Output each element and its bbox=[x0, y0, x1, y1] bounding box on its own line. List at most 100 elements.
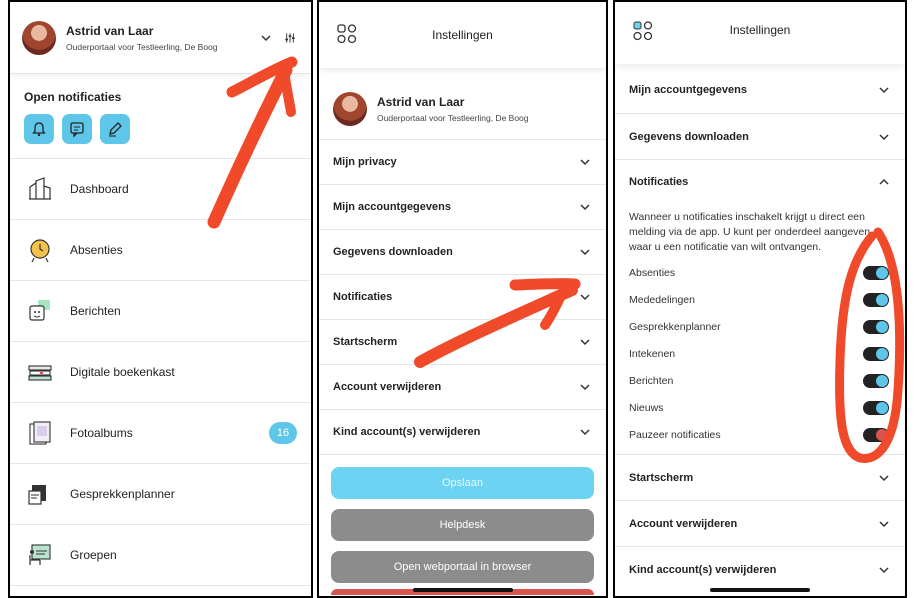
toggle-label: Intekenen bbox=[629, 347, 676, 360]
section-account-verwijderen[interactable]: Account verwijderen bbox=[319, 365, 606, 410]
menu-item-digitale-boekenkast[interactable]: Digitale boekenkast bbox=[10, 342, 311, 403]
settings-header: Instellingen bbox=[615, 2, 905, 64]
toggle-label: Nieuws bbox=[629, 401, 664, 414]
open-webportal-button[interactable]: Open webportaal in browser bbox=[331, 551, 594, 583]
toggle-label: Berichten bbox=[629, 374, 674, 387]
home-indicator bbox=[710, 588, 810, 592]
chevron-up-icon bbox=[877, 175, 891, 189]
chevron-down-icon bbox=[578, 335, 592, 349]
section-mijn-accountgegevens[interactable]: Mijn accountgegevens bbox=[615, 66, 905, 114]
chevron-down-icon bbox=[877, 130, 891, 144]
settings-sliders-icon[interactable] bbox=[281, 29, 299, 47]
section-mijn-accountgegevens[interactable]: Mijn accountgegevens bbox=[319, 185, 606, 230]
photo-album-count-badge: 16 bbox=[269, 422, 297, 444]
toggle-row-berichten: Berichten bbox=[615, 367, 905, 394]
profile-row[interactable]: Astrid van Laar Ouderportaal voor Testle… bbox=[319, 78, 606, 140]
toggle-row-intekenen: Intekenen bbox=[615, 340, 905, 367]
menu-label-groepen: Groepen bbox=[70, 548, 117, 562]
section-label: Startscherm bbox=[333, 336, 398, 348]
absence-notification-button[interactable] bbox=[24, 114, 54, 144]
chevron-down-icon[interactable] bbox=[259, 31, 273, 45]
open-notifications-title: Open notificaties bbox=[24, 90, 122, 104]
toggle-label: Pauzeer notificaties bbox=[629, 428, 721, 441]
profile-header: Astrid van Laar Ouderportaal voor Testle… bbox=[10, 2, 311, 74]
toggle-row-pauzeer: Pauzeer notificaties bbox=[615, 421, 905, 448]
save-button[interactable]: Opslaan bbox=[331, 467, 594, 499]
intekenen-toggle[interactable] bbox=[863, 346, 889, 361]
bookshelf-icon bbox=[24, 356, 56, 388]
nieuws-toggle[interactable] bbox=[863, 400, 889, 415]
absenties-toggle[interactable] bbox=[863, 265, 889, 280]
section-label: Startscherm bbox=[629, 471, 694, 484]
section-account-verwijderen[interactable]: Account verwijderen bbox=[615, 501, 905, 547]
pauzeer-notificaties-toggle[interactable] bbox=[863, 427, 889, 442]
section-gegevens-downloaden[interactable]: Gegevens downloaden bbox=[615, 114, 905, 160]
helpdesk-button[interactable]: Helpdesk bbox=[331, 509, 594, 541]
menu-item-gesprekkenplanner[interactable]: Gesprekkenplanner bbox=[10, 464, 311, 525]
notification-settings-panel: Instellingen Mijn accountgegevens Gegeve… bbox=[613, 0, 907, 598]
avatar[interactable] bbox=[22, 20, 56, 55]
chevron-down-icon bbox=[877, 517, 891, 531]
section-gegevens-downloaden[interactable]: Gegevens downloaden bbox=[319, 230, 606, 275]
toggle-row-nieuws: Nieuws bbox=[615, 394, 905, 421]
absences-icon bbox=[24, 234, 56, 266]
user-name: Astrid van Laar bbox=[377, 94, 465, 109]
section-startscherm[interactable]: Startscherm bbox=[319, 320, 606, 365]
section-startscherm[interactable]: Startscherm bbox=[615, 455, 905, 501]
edit-notification-button[interactable] bbox=[100, 114, 130, 144]
chevron-down-icon bbox=[578, 245, 592, 259]
chevron-down-icon bbox=[578, 425, 592, 439]
section-mijn-privacy[interactable]: Mijn privacy bbox=[319, 140, 606, 185]
section-label: Mijn accountgegevens bbox=[333, 201, 451, 213]
section-label: Gegevens downloaden bbox=[629, 130, 749, 143]
main-menu: Dashboard Absenties Berichten Digitale b… bbox=[10, 158, 311, 586]
menu-label-dashboard: Dashboard bbox=[70, 182, 129, 196]
user-block[interactable]: Astrid van Laar Ouderportaal voor Testle… bbox=[66, 24, 259, 52]
menu-item-dashboard[interactable]: Dashboard bbox=[10, 159, 311, 220]
app-logo-icon[interactable] bbox=[633, 21, 653, 41]
section-kind-accounts-verwijderen[interactable]: Kind account(s) verwijderen bbox=[319, 410, 606, 455]
toggle-row-mededelingen: Mededelingen bbox=[615, 286, 905, 313]
section-label: Account verwijderen bbox=[629, 517, 738, 530]
dashboard-icon bbox=[24, 173, 56, 205]
user-name: Astrid van Laar bbox=[66, 23, 154, 38]
notifications-expanded: Notificaties Wanneer u notificaties insc… bbox=[615, 160, 905, 455]
section-label: Mijn accountgegevens bbox=[629, 83, 747, 96]
header-icons bbox=[259, 29, 299, 47]
meeting-planner-icon bbox=[24, 478, 56, 510]
toggle-row-gesprekkenplanner: Gesprekkenplanner bbox=[615, 313, 905, 340]
mededelingen-toggle[interactable] bbox=[863, 292, 889, 307]
groups-icon bbox=[24, 539, 56, 571]
gesprekkenplanner-toggle[interactable] bbox=[863, 319, 889, 334]
toggle-label: Mededelingen bbox=[629, 293, 695, 306]
section-label: Notificaties bbox=[333, 291, 393, 303]
section-kind-accounts-verwijderen[interactable]: Kind account(s) verwijderen bbox=[615, 547, 905, 593]
menu-item-absenties[interactable]: Absenties bbox=[10, 220, 311, 281]
photo-album-icon bbox=[24, 417, 56, 449]
menu-label-gesprekkenplanner: Gesprekkenplanner bbox=[70, 487, 175, 501]
section-label: Gegevens downloaden bbox=[333, 246, 453, 258]
messages-icon bbox=[24, 295, 56, 327]
menu-label-fotoalbums: Fotoalbums bbox=[70, 426, 133, 440]
user-subtitle: Ouderportaal voor Testleerling, De Boog bbox=[377, 112, 529, 123]
menu-item-fotoalbums[interactable]: Fotoalbums 16 bbox=[10, 403, 311, 464]
messages-notification-button[interactable] bbox=[62, 114, 92, 144]
app-logo-icon[interactable] bbox=[337, 24, 357, 44]
notifications-description: Wanneer u notificaties inschakelt krijgt… bbox=[629, 211, 871, 253]
user-subtitle: Ouderportaal voor Testleerling, De Boog bbox=[66, 41, 218, 52]
menu-item-berichten[interactable]: Berichten bbox=[10, 281, 311, 342]
home-indicator bbox=[412, 588, 513, 592]
chevron-down-icon bbox=[578, 380, 592, 394]
section-notificaties[interactable]: Notificaties bbox=[615, 160, 905, 204]
chevron-down-icon bbox=[578, 155, 592, 169]
section-label: Kind account(s) verwijderen bbox=[333, 426, 481, 438]
dashboard-panel: Astrid van Laar Ouderportaal voor Testle… bbox=[8, 0, 313, 598]
berichten-toggle[interactable] bbox=[863, 373, 889, 388]
menu-item-groepen[interactable]: Groepen bbox=[10, 525, 311, 586]
section-notificaties[interactable]: Notificaties bbox=[319, 275, 606, 320]
section-label: Mijn privacy bbox=[333, 156, 397, 168]
pencil-icon bbox=[109, 122, 122, 137]
menu-label-digitale-boekenkast: Digitale boekenkast bbox=[70, 365, 175, 379]
message-board-icon bbox=[70, 122, 84, 138]
settings-panel: Instellingen Astrid van Laar Ouderportaa… bbox=[317, 0, 608, 598]
